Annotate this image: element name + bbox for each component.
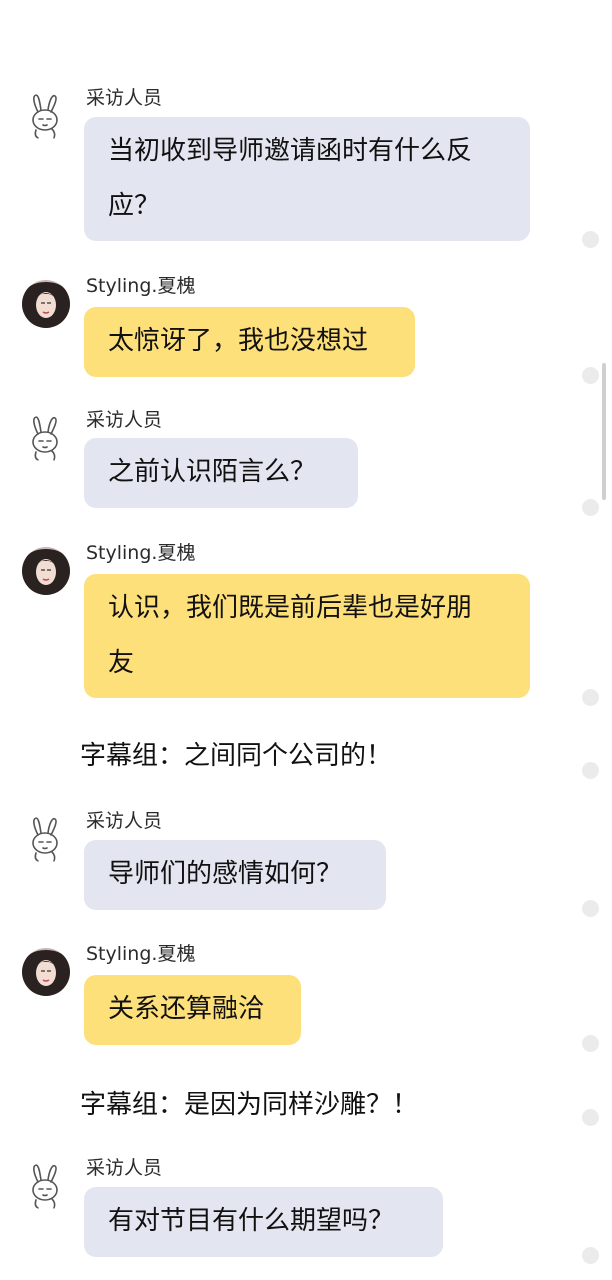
message-line: 关系还算融洽 — [108, 994, 265, 1024]
message-bubble: 太惊讶了，我也没想过 — [84, 307, 415, 377]
sender-name: Styling.夏槐 — [86, 943, 196, 965]
sender-name: Styling.夏槐 — [86, 275, 196, 297]
select-dot[interactable] — [582, 1109, 599, 1126]
scrollbar[interactable] — [602, 363, 606, 500]
select-dot[interactable] — [582, 1035, 599, 1052]
select-dot[interactable] — [582, 231, 599, 248]
sender-name: 采访人员 — [86, 1157, 163, 1179]
message-bubble: 关系还算融洽 — [84, 975, 301, 1045]
message-bubble: 认识，我们既是前后辈也是好朋 友 — [84, 574, 530, 698]
rabbit-doodle-icon — [32, 94, 58, 139]
select-dot[interactable] — [582, 1247, 599, 1264]
select-dot[interactable] — [582, 689, 599, 706]
sender-name: 采访人员 — [86, 409, 163, 431]
rabbit-doodle-icon — [32, 1164, 58, 1209]
message-bubble: 导师们的感情如何？ — [84, 840, 386, 910]
message-line: 认识，我们既是前后辈也是好朋 — [108, 593, 473, 623]
message-line: 之前认识陌言么？ — [108, 457, 317, 487]
message-bubble: 之前认识陌言么？ — [84, 438, 358, 508]
message-line: 应？ — [108, 191, 161, 221]
message-line: 当初收到导师邀请函时有什么反 — [108, 136, 473, 166]
subtitle-note: 字幕组：之间同个公司的！ — [80, 741, 393, 771]
message-line: 有对节目有什么期望吗？ — [108, 1206, 395, 1236]
sender-name: 采访人员 — [86, 87, 163, 109]
rabbit-doodle-icon — [32, 416, 58, 461]
select-dot[interactable] — [582, 900, 599, 917]
sender-name: 采访人员 — [86, 810, 163, 832]
subtitle-note: 字幕组：是因为同样沙雕？！ — [80, 1090, 419, 1120]
woman-photo-avatar — [22, 948, 70, 996]
message-line: 导师们的感情如何？ — [108, 859, 343, 889]
select-dot[interactable] — [582, 499, 599, 516]
message-line: 太惊讶了，我也没想过 — [108, 326, 369, 356]
sender-name: Styling.夏槐 — [86, 542, 196, 564]
woman-photo-avatar — [22, 547, 70, 595]
select-dot[interactable] — [582, 762, 599, 779]
select-dot[interactable] — [582, 367, 599, 384]
woman-photo-avatar — [22, 280, 70, 328]
message-line: 友 — [108, 648, 135, 678]
rabbit-doodle-icon — [32, 817, 58, 862]
message-bubble: 当初收到导师邀请函时有什么反 应？ — [84, 117, 530, 241]
message-bubble: 有对节目有什么期望吗？ — [84, 1187, 443, 1257]
